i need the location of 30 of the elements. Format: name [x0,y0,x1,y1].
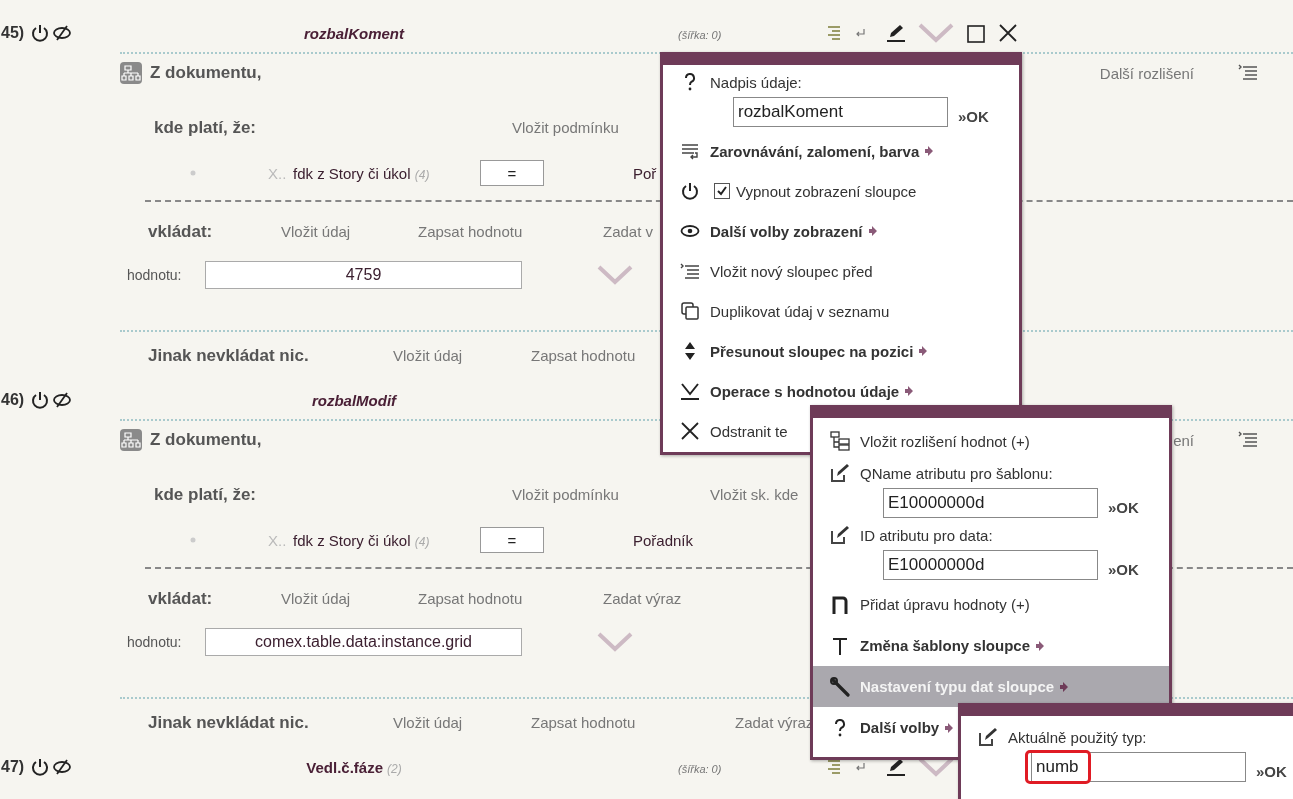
section-heading: kde platí, že: [154,485,258,505]
section-heading: kde platí, že: [154,118,258,138]
column-title: rozbalModif [311,391,397,409]
row-number: 47) [1,758,26,776]
checkbox-label: Vypnout zobrazení sloupce [736,182,917,200]
value-label: hodnotu: [127,634,183,650]
column-title: Vedl.č.fáze [306,758,383,776]
field-label: Aktuálně použitý typ: [1008,728,1147,746]
section-heading: vkládat: [148,222,214,242]
item-count: (4) [414,534,430,549]
field-name: fdk z Story či úkol [293,164,411,182]
condition-value: Pořadník [633,531,694,549]
source-label: Z dokumentu, [150,63,262,83]
condition-value: Poř [633,164,657,182]
section-heading: Jinak nevkládat nic. [148,713,310,733]
item-count: (4) [414,167,430,182]
field-label: Nadpis údaje: [710,73,802,91]
field-label: ID atributu pro data: [860,526,993,544]
field-name: fdk z Story či úkol [293,531,411,549]
row-number: 46) [1,391,26,409]
column-title: rozbalKoment [304,24,404,42]
section-heading: Jinak nevkládat nic. [148,346,310,366]
section-heading: vkládat: [148,589,214,609]
value-label: hodnotu: [127,267,183,283]
width-label: (šířka: 0) [678,762,722,775]
width-label: (šířka: 0) [678,28,722,41]
source-label: Z dokumentu, [150,430,262,450]
row-number: 45) [1,24,26,42]
field-label: QName atributu pro šablonu: [860,464,1053,482]
item-count: (2) [387,761,402,776]
